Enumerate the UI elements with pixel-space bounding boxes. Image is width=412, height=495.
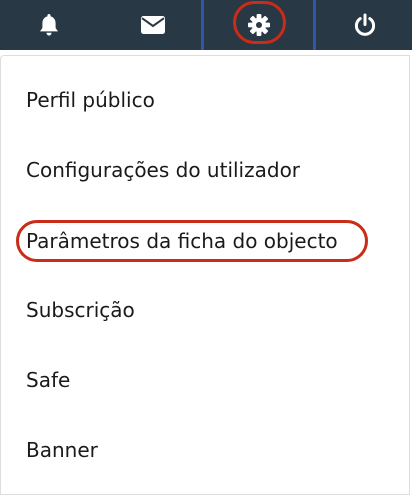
power-icon	[354, 13, 376, 36]
messages-button[interactable]	[124, 0, 182, 50]
settings-dropdown-menu	[0, 55, 410, 495]
menu-item-subscription[interactable]: Subscrição	[26, 298, 135, 322]
settings-button[interactable]	[201, 0, 316, 50]
bell-icon	[40, 14, 58, 36]
menu-item-object-record-parameters[interactable]: Parâmetros da ficha do objecto	[26, 229, 338, 253]
envelope-icon	[141, 16, 165, 34]
menu-item-banner[interactable]: Banner	[26, 438, 98, 462]
annotation-circle	[233, 1, 286, 44]
menu-item-safe[interactable]: Safe	[26, 368, 70, 392]
menu-item-public-profile[interactable]: Perfil público	[26, 88, 155, 112]
logout-button[interactable]	[336, 0, 394, 50]
menu-item-user-settings[interactable]: Configurações do utilizador	[26, 158, 300, 182]
notifications-button[interactable]	[20, 0, 78, 50]
top-navigation-bar	[0, 0, 412, 50]
